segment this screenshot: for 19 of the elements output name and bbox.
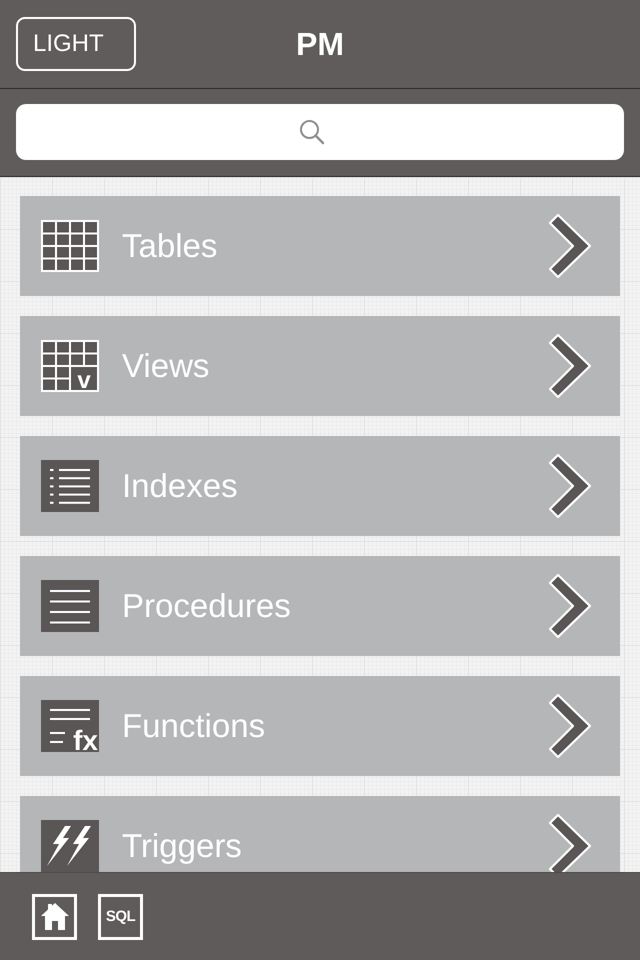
chevron-icon (548, 453, 592, 519)
chevron-icon (548, 333, 592, 399)
sql-button[interactable]: SQL (98, 894, 143, 940)
search-field[interactable] (16, 104, 624, 160)
text-lines-icon (41, 580, 99, 632)
list-item[interactable]: v Views (20, 316, 620, 416)
table-grid-icon (41, 220, 99, 272)
screen-title: PM (296, 26, 344, 62)
search-icon (299, 119, 325, 145)
bulleted-list-icon (41, 460, 99, 512)
view-grid-icon: v (41, 340, 99, 392)
home-icon (40, 903, 68, 930)
list-item[interactable]: fx Functions (20, 676, 620, 776)
function-icon: fx (41, 700, 99, 752)
light-button[interactable]: LIGHT (16, 16, 136, 70)
chevron-icon (548, 213, 592, 279)
home-button[interactable] (32, 894, 77, 940)
chevron-icon (548, 693, 592, 759)
chevron-icon (548, 573, 592, 639)
